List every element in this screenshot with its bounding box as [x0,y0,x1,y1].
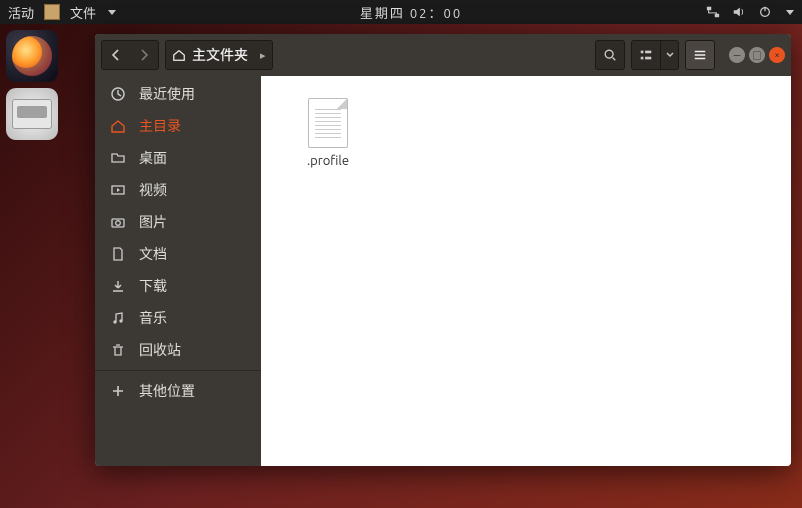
sidebar-label: 图片 [139,212,167,232]
files-window: 主文件夹 ▸ － □ × [95,34,791,466]
window-maximize-button[interactable]: □ [749,47,765,63]
music-icon [109,310,127,326]
chevron-down-icon [108,10,116,15]
sidebar-label: 其他位置 [139,381,195,401]
app-menu-icon[interactable] [44,4,60,20]
dock [4,30,60,140]
sidebar-item-home[interactable]: 主目录 [95,110,261,142]
sidebar-item-recent[interactable]: 最近使用 [95,78,261,110]
window-minimize-button[interactable]: － [729,47,745,63]
back-button[interactable] [102,41,130,69]
download-icon [109,278,127,294]
breadcrumb-home[interactable]: 主文件夹 [192,45,248,65]
sidebar-item-downloads[interactable]: 下载 [95,270,261,302]
sidebar-item-trash[interactable]: 回收站 [95,334,261,366]
sidebar-label: 主目录 [139,116,181,136]
sidebar: 最近使用 主目录 桌面 视频 图片 文档 [95,76,261,466]
sidebar-label: 桌面 [139,148,167,168]
path-bar[interactable]: 主文件夹 ▸ [165,40,273,70]
video-icon [109,182,127,198]
home-icon [172,48,186,62]
plus-icon [109,383,127,399]
window-titlebar: 主文件夹 ▸ － □ × [95,34,791,76]
clock-icon [109,86,127,102]
document-icon [109,246,127,262]
firefox-icon [12,36,52,76]
hamburger-menu-button[interactable] [685,40,715,70]
sidebar-label: 回收站 [139,340,181,360]
search-button[interactable] [595,40,625,70]
sidebar-item-desktop[interactable]: 桌面 [95,142,261,174]
file-item[interactable]: .profile [283,98,373,168]
clock-label[interactable]: 星期四 02：00 [116,3,706,22]
files-icon [12,99,52,129]
sidebar-item-music[interactable]: 音乐 [95,302,261,334]
app-menu-label[interactable]: 文件 [70,3,96,22]
sidebar-item-other[interactable]: 其他位置 [95,375,261,407]
sidebar-item-pictures[interactable]: 图片 [95,206,261,238]
dock-item-firefox[interactable] [6,30,58,82]
content-pane[interactable]: .profile [261,76,791,466]
sidebar-label: 下载 [139,276,167,296]
gnome-top-panel: 活动 文件 星期四 02：00 [0,0,802,24]
window-close-button[interactable]: × [769,47,785,63]
network-icon[interactable] [706,5,720,19]
text-file-icon [308,98,348,148]
volume-icon[interactable] [732,5,746,19]
sidebar-item-videos[interactable]: 视频 [95,174,261,206]
view-list-button[interactable] [631,40,661,70]
nav-buttons [101,40,159,70]
power-icon[interactable] [758,5,772,19]
view-options-chevron[interactable] [661,40,679,70]
sidebar-item-documents[interactable]: 文档 [95,238,261,270]
home-icon [109,118,127,134]
system-menu-chevron-icon[interactable] [786,10,794,15]
sidebar-label: 音乐 [139,308,167,328]
activities-button[interactable]: 活动 [8,3,34,22]
trash-icon [109,342,127,358]
sidebar-label: 视频 [139,180,167,200]
sidebar-separator [95,370,261,371]
sidebar-label: 文档 [139,244,167,264]
sidebar-label: 最近使用 [139,84,195,104]
folder-icon [109,150,127,166]
path-chevron-icon[interactable]: ▸ [260,49,266,62]
camera-icon [109,214,127,230]
forward-button[interactable] [130,41,158,69]
dock-item-files[interactable] [6,88,58,140]
file-name: .profile [307,154,349,168]
